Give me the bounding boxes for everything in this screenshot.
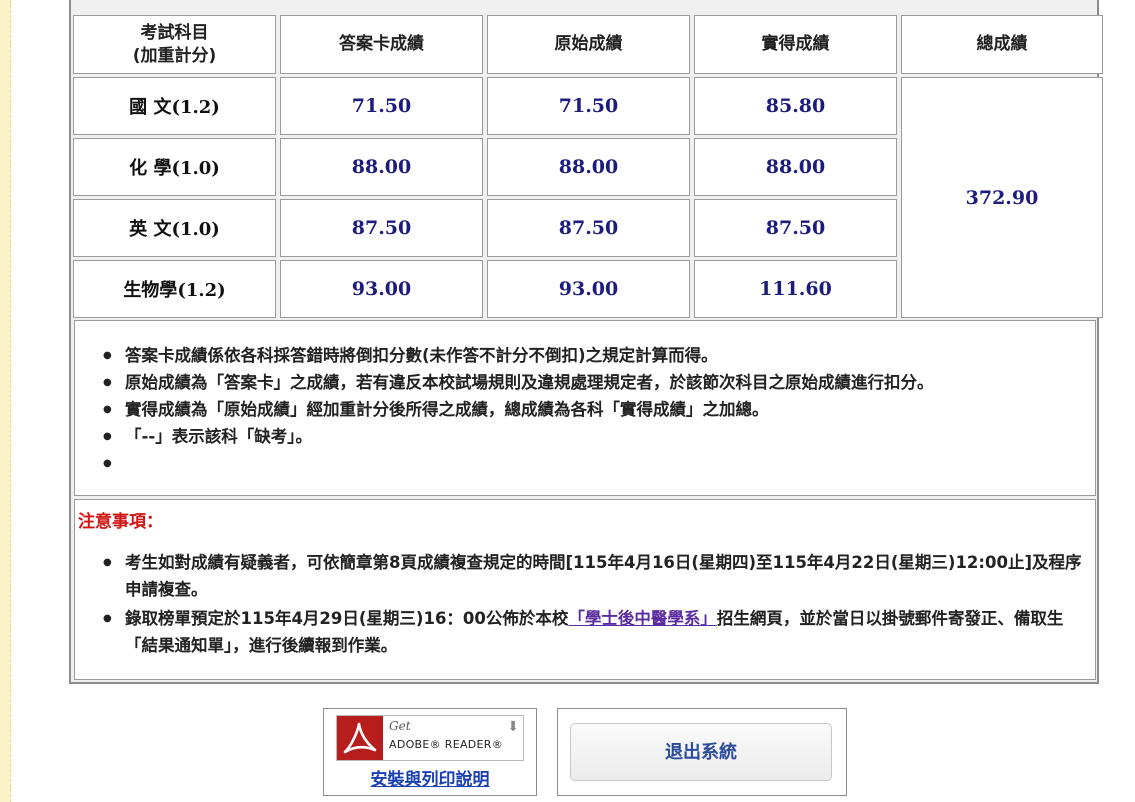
- list-item: [75, 453, 1095, 480]
- raw-score: 88.00: [487, 138, 690, 196]
- table-row: 國 文(1.2) 71.50 71.50 85.80 372.90: [73, 77, 1103, 318]
- actual-score: 85.80: [694, 77, 897, 135]
- table-header-row: 考試科目 (加重計分) 答案卡成績 原始成績 實得成績 總成績: [73, 15, 1103, 74]
- list-item: 錄取榜單預定於115年4月29日(星期三)16：00公佈於本校「學士後中醫學系」…: [75, 605, 1095, 659]
- adobe-reader-box: Get ADOBE® READER® ⬇ 安裝與列印說明: [323, 708, 537, 796]
- raw-score: 87.50: [487, 199, 690, 257]
- subject-cell: 化 學(1.0): [73, 138, 276, 196]
- raw-score: 93.00: [487, 260, 690, 318]
- raw-score: 71.50: [487, 77, 690, 135]
- list-item: 答案卡成績係依各科採答錯時將倒扣分數(未作答不計分不倒扣)之規定計算而得。: [75, 345, 1095, 372]
- left-decorative-strip: [0, 0, 11, 802]
- notes-list: 答案卡成績係依各科採答錯時將倒扣分數(未作答不計分不倒扣)之規定計算而得。 原始…: [75, 321, 1095, 480]
- subject-cell: 生物學(1.2): [73, 260, 276, 318]
- caution-list: 考生如對成績有疑義者，可依簡章第8頁成績複查規定的時間[115年4月16日(星期…: [75, 549, 1095, 661]
- caution-title: 注意事項：: [78, 512, 163, 532]
- badge-get-text: Get: [389, 719, 411, 733]
- department-link[interactable]: 「學士後中醫學系」: [568, 609, 717, 628]
- install-print-instructions-link[interactable]: 安裝與列印說明: [324, 765, 536, 790]
- total-score: 372.90: [901, 77, 1103, 318]
- header-raw: 原始成績: [487, 15, 690, 74]
- answer-card-score: 87.50: [280, 199, 483, 257]
- list-item: 實得成績為「原始成績」經加重計分後所得之成績，總成績為各科「實得成績」之加總。: [75, 399, 1095, 426]
- answer-card-score: 93.00: [280, 260, 483, 318]
- badge-product-text: ADOBE® READER®: [389, 738, 504, 751]
- actual-score: 88.00: [694, 138, 897, 196]
- header-total: 總成績: [901, 15, 1103, 74]
- get-adobe-reader-badge[interactable]: Get ADOBE® READER® ⬇: [336, 715, 524, 761]
- header-actual: 實得成績: [694, 15, 897, 74]
- score-notes: 答案卡成績係依各科採答錯時將倒扣分數(未作答不計分不倒扣)之規定計算而得。 原始…: [74, 320, 1096, 496]
- exit-system-button[interactable]: 退出系統: [570, 723, 832, 781]
- header-answer-card: 答案卡成績: [280, 15, 483, 74]
- subject-cell: 英 文(1.0): [73, 199, 276, 257]
- exit-box: 退出系統: [557, 708, 847, 796]
- answer-card-score: 88.00: [280, 138, 483, 196]
- caution-section: 注意事項： 考生如對成績有疑義者，可依簡章第8頁成績複查規定的時間[115年4月…: [74, 499, 1096, 680]
- list-item: 原始成績為「答案卡」之成績，若有違反本校試場規則及違規處理規定者，於該節次科目之…: [75, 372, 1095, 399]
- list-item: 考生如對成績有疑義者，可依簡章第8頁成績複查規定的時間[115年4月16日(星期…: [75, 549, 1095, 603]
- header-subject: 考試科目 (加重計分): [73, 15, 276, 74]
- actual-score: 111.60: [694, 260, 897, 318]
- actual-score: 87.50: [694, 199, 897, 257]
- list-item: 「--」表示該科「缺考」。: [75, 426, 1095, 453]
- score-table: 考試科目 (加重計分) 答案卡成績 原始成績 實得成績 總成績 國 文(1.2)…: [69, 12, 1107, 321]
- answer-card-score: 71.50: [280, 77, 483, 135]
- subject-cell: 國 文(1.2): [73, 77, 276, 135]
- adobe-logo-icon: [337, 716, 383, 760]
- download-arrow-icon: ⬇: [507, 719, 519, 735]
